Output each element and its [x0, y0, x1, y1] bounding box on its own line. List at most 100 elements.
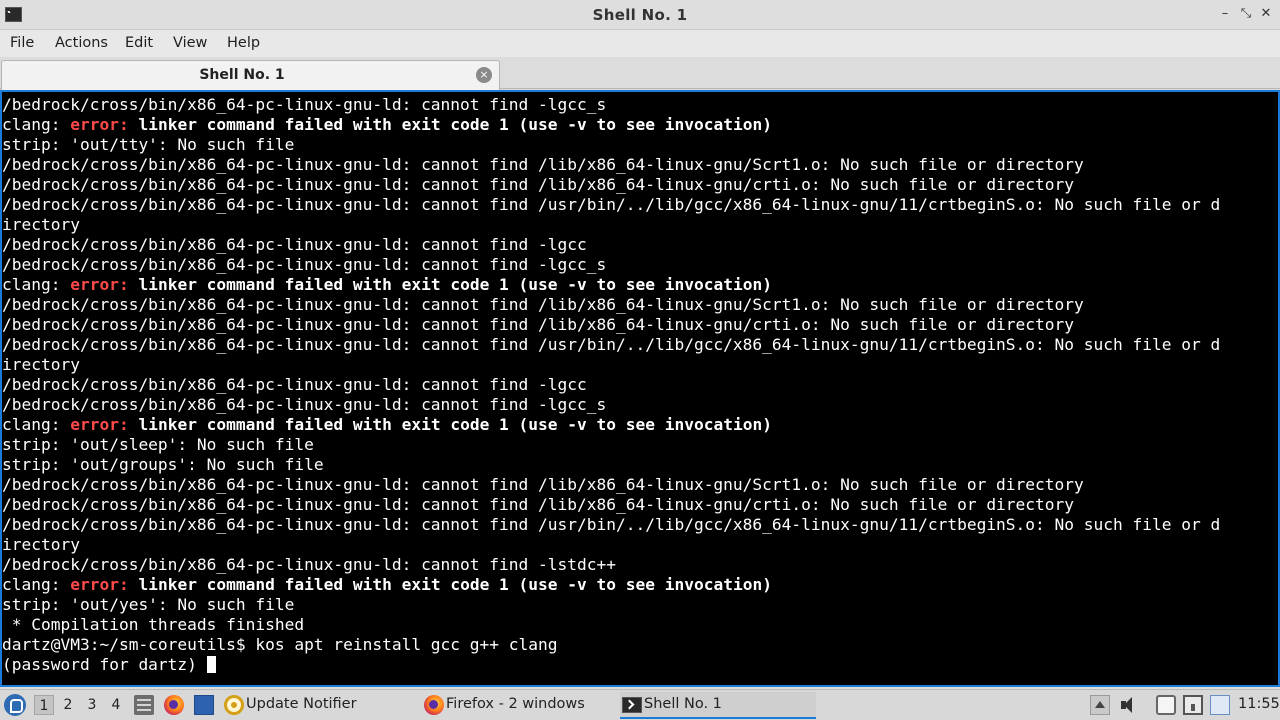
clock[interactable]: 11:55 — [1238, 696, 1280, 712]
menu-edit[interactable]: Edit — [125, 35, 153, 51]
terminal-output: /bedrock/cross/bin/x86_64-pc-linux-gnu-l… — [2, 95, 1278, 675]
maximize-button[interactable]: ⤡ — [1237, 5, 1255, 23]
terminal-text: strip: 'out/groups': No such file — [2, 455, 324, 474]
task-update-notifier[interactable]: Update Notifier — [222, 692, 412, 719]
update-icon[interactable] — [1210, 695, 1230, 715]
terminal-text: /bedrock/cross/bin/x86_64-pc-linux-gnu-l… — [2, 495, 1075, 514]
terminal-text: /bedrock/cross/bin/x86_64-pc-linux-gnu-l… — [2, 475, 1084, 494]
terminal-line: strip: 'out/tty': No such file — [2, 135, 1278, 155]
terminal-line: (password for dartz) — [2, 655, 1278, 675]
terminal-icon — [622, 697, 642, 713]
clipboard-icon[interactable] — [1156, 695, 1176, 715]
terminal-text: /bedrock/cross/bin/x86_64-pc-linux-gnu-l… — [2, 395, 607, 414]
menu-file[interactable]: File — [10, 35, 34, 51]
terminal-text: linker command failed with exit code 1 (… — [128, 115, 772, 134]
terminal-text: strip: 'out/yes': No such file — [2, 595, 295, 614]
terminal-text: strip: 'out/tty': No such file — [2, 135, 295, 154]
terminal-text: /bedrock/cross/bin/x86_64-pc-linux-gnu-l… — [2, 155, 1084, 174]
start-menu-icon[interactable] — [4, 694, 26, 716]
terminal-text: linker command failed with exit code 1 (… — [128, 415, 772, 434]
terminal-text: irectory — [2, 215, 80, 234]
menu-help[interactable]: Help — [227, 35, 260, 51]
terminal-text: /bedrock/cross/bin/x86_64-pc-linux-gnu-l… — [2, 555, 616, 574]
terminal-text: strip: 'out/sleep': No such file — [2, 435, 314, 454]
workspace-4[interactable]: 4 — [106, 695, 126, 715]
close-window-button[interactable]: ✕ — [1257, 5, 1275, 23]
terminal-line: /bedrock/cross/bin/x86_64-pc-linux-gnu-l… — [2, 555, 1278, 575]
terminal-line: /bedrock/cross/bin/x86_64-pc-linux-gnu-l… — [2, 155, 1278, 175]
terminal-line: clang: error: linker command failed with… — [2, 575, 1278, 595]
network-icon[interactable] — [1183, 695, 1203, 715]
window-title: Shell No. 1 — [592, 6, 688, 24]
workspace-2[interactable]: 2 — [58, 695, 78, 715]
error-label: error: — [70, 415, 129, 434]
window-titlebar[interactable]: Shell No. 1 – ⤡ ✕ — [0, 0, 1280, 30]
volume-icon[interactable] — [1118, 695, 1138, 715]
minimize-button[interactable]: – — [1216, 5, 1234, 23]
menu-view[interactable]: View — [173, 35, 207, 51]
show-desktop-icon[interactable] — [194, 695, 214, 715]
terminal-text: irectory — [2, 355, 80, 374]
text-cursor — [206, 656, 216, 673]
terminal-line: /bedrock/cross/bin/x86_64-pc-linux-gnu-l… — [2, 175, 1278, 195]
taskbar: 1 2 3 4 Update Notifier Firefox - 2 wind… — [0, 689, 1280, 720]
update-notifier-icon — [224, 695, 244, 715]
terminal-line: clang: error: linker command failed with… — [2, 115, 1278, 135]
terminal-line: /bedrock/cross/bin/x86_64-pc-linux-gnu-l… — [2, 335, 1278, 355]
workspace-3[interactable]: 3 — [82, 695, 102, 715]
terminal-text: /bedrock/cross/bin/x86_64-pc-linux-gnu-l… — [2, 315, 1075, 334]
task-label: Firefox - 2 windows — [446, 696, 585, 712]
terminal-text: /bedrock/cross/bin/x86_64-pc-linux-gnu-l… — [2, 175, 1075, 194]
firefox-icon — [424, 695, 444, 715]
terminal-line: /bedrock/cross/bin/x86_64-pc-linux-gnu-l… — [2, 295, 1278, 315]
tab-shell-1[interactable]: Shell No. 1 × — [1, 60, 500, 90]
tab-close-icon[interactable]: × — [476, 67, 492, 83]
terminal-line: strip: 'out/sleep': No such file — [2, 435, 1278, 455]
terminal-text: /bedrock/cross/bin/x86_64-pc-linux-gnu-l… — [2, 195, 1221, 214]
error-label: error: — [70, 575, 129, 594]
terminal-line: dartz@VM3:~/sm-coreutils$ kos apt reinst… — [2, 635, 1278, 655]
tab-bar: Shell No. 1 × — [0, 57, 1280, 90]
terminal-text: /bedrock/cross/bin/x86_64-pc-linux-gnu-l… — [2, 295, 1084, 314]
workspace-1[interactable]: 1 — [34, 695, 54, 715]
terminal-line: strip: 'out/yes': No such file — [2, 595, 1278, 615]
terminal-line: /bedrock/cross/bin/x86_64-pc-linux-gnu-l… — [2, 475, 1278, 495]
task-firefox[interactable]: Firefox - 2 windows — [422, 692, 612, 719]
terminal-text: /bedrock/cross/bin/x86_64-pc-linux-gnu-l… — [2, 375, 587, 394]
terminal-text: /bedrock/cross/bin/x86_64-pc-linux-gnu-l… — [2, 255, 607, 274]
terminal-text: /bedrock/cross/bin/x86_64-pc-linux-gnu-l… — [2, 95, 607, 114]
terminal-line: /bedrock/cross/bin/x86_64-pc-linux-gnu-l… — [2, 515, 1278, 535]
terminal-view[interactable]: /bedrock/cross/bin/x86_64-pc-linux-gnu-l… — [0, 90, 1280, 687]
terminal-line: /bedrock/cross/bin/x86_64-pc-linux-gnu-l… — [2, 395, 1278, 415]
terminal-text: irectory — [2, 535, 80, 554]
terminal-text: /bedrock/cross/bin/x86_64-pc-linux-gnu-l… — [2, 335, 1221, 354]
terminal-text: (password for dartz) — [2, 655, 207, 674]
terminal-line: irectory — [2, 215, 1278, 235]
firefox-icon[interactable] — [164, 695, 184, 715]
terminal-text: /bedrock/cross/bin/x86_64-pc-linux-gnu-l… — [2, 515, 1221, 534]
terminal-line: irectory — [2, 535, 1278, 555]
terminal-text: clang: — [2, 115, 71, 134]
files-icon[interactable] — [134, 695, 154, 715]
terminal-text: clang: — [2, 575, 71, 594]
terminal-line: /bedrock/cross/bin/x86_64-pc-linux-gnu-l… — [2, 375, 1278, 395]
terminal-line: /bedrock/cross/bin/x86_64-pc-linux-gnu-l… — [2, 315, 1278, 335]
terminal-line: clang: error: linker command failed with… — [2, 275, 1278, 295]
tray-expand-icon[interactable] — [1090, 695, 1110, 715]
tab-label: Shell No. 1 — [199, 67, 285, 83]
terminal-text: clang: — [2, 275, 71, 294]
task-label: Shell No. 1 — [644, 696, 722, 712]
terminal-line: /bedrock/cross/bin/x86_64-pc-linux-gnu-l… — [2, 95, 1278, 115]
error-label: error: — [70, 115, 129, 134]
terminal-line: /bedrock/cross/bin/x86_64-pc-linux-gnu-l… — [2, 495, 1278, 515]
terminal-line: irectory — [2, 355, 1278, 375]
task-shell[interactable]: Shell No. 1 — [620, 692, 816, 719]
task-label: Update Notifier — [246, 696, 357, 712]
terminal-line: strip: 'out/groups': No such file — [2, 455, 1278, 475]
terminal-text: dartz@VM3:~/sm-coreutils$ kos apt reinst… — [2, 635, 558, 654]
terminal-line: /bedrock/cross/bin/x86_64-pc-linux-gnu-l… — [2, 235, 1278, 255]
terminal-text: linker command failed with exit code 1 (… — [128, 575, 772, 594]
menu-actions[interactable]: Actions — [55, 35, 108, 51]
menu-bar: File Actions Edit View Help — [0, 30, 1280, 57]
terminal-text: * Compilation threads finished — [2, 615, 305, 634]
